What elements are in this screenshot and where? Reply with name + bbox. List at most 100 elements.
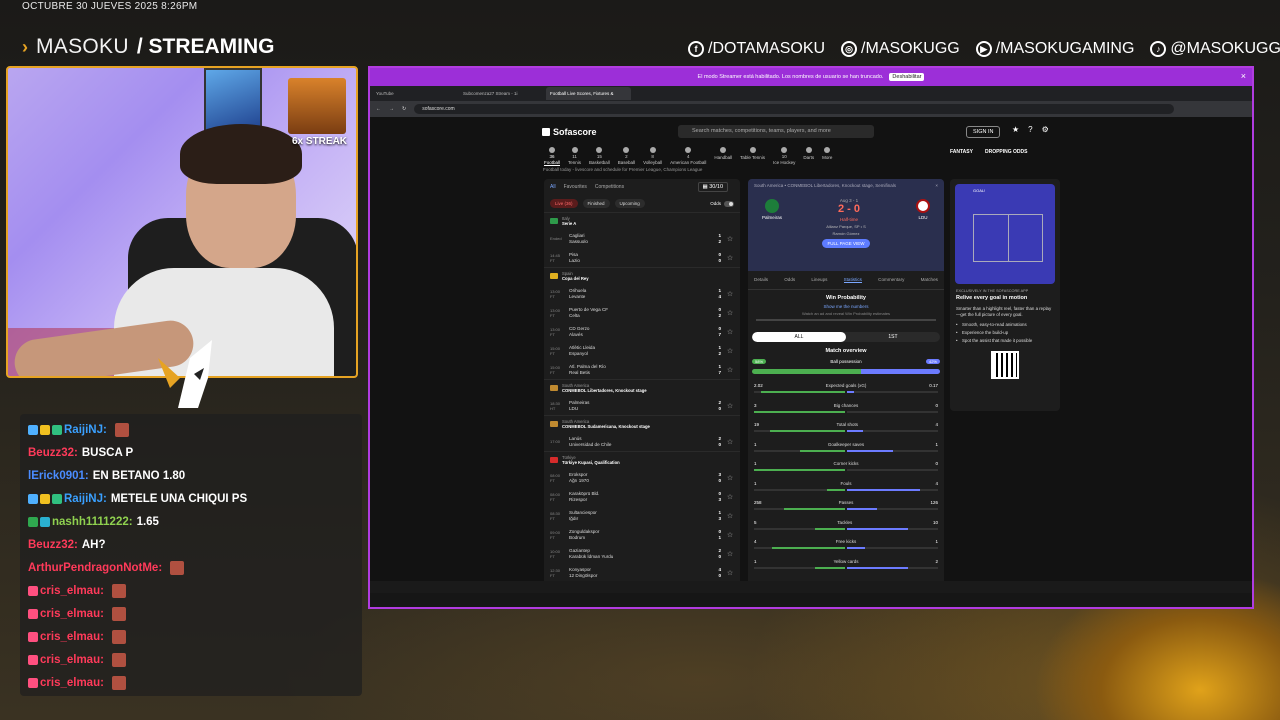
social-link[interactable]: ▶/MASOKUGAMING: [975, 40, 1134, 58]
match-row[interactable]: 08:00 FT Karaköprü Bld. Rizespor 0 3 ☆: [544, 487, 740, 506]
league-header[interactable]: Italy Serie A: [544, 212, 740, 229]
favorite-star-icon[interactable]: ☆: [726, 474, 734, 482]
sport-tab[interactable]: 15 Basketball: [589, 147, 610, 166]
chat-username[interactable]: lErick0901:: [28, 470, 89, 482]
chat-username[interactable]: nashh1111222:: [52, 516, 133, 528]
favorite-star-icon[interactable]: ☆: [726, 309, 734, 317]
favorite-star-icon[interactable]: ☆: [726, 328, 734, 336]
favorite-star-icon[interactable]: ☆: [726, 254, 734, 262]
sport-tab[interactable]: Darts: [803, 147, 814, 166]
chat-username[interactable]: cris_elmau:: [40, 631, 104, 643]
settings-gear-icon[interactable]: ⚙: [1042, 125, 1049, 134]
filter-live[interactable]: Live (36): [550, 199, 578, 208]
sport-tab[interactable]: 4 American Football: [670, 147, 706, 166]
help-icon[interactable]: ?: [1028, 125, 1032, 134]
favorite-star-icon[interactable]: ☆: [726, 235, 734, 243]
chat-username[interactable]: cris_elmau:: [40, 654, 104, 666]
match-row[interactable]: Ended Cagliari Sassuolo 1 2 ☆: [544, 229, 740, 248]
favorite-star-icon[interactable]: ☆: [726, 531, 734, 539]
fantasy-link[interactable]: FANTASY: [950, 149, 973, 155]
date-picker[interactable]: ▦ 30/10: [697, 182, 728, 192]
chat-username[interactable]: Beuzz32:: [28, 539, 78, 551]
match-row[interactable]: 15:00 FT Atlètic Lleida Espanyol 1 2 ☆: [544, 341, 740, 360]
odds-toggle[interactable]: Odds: [710, 200, 734, 207]
home-team[interactable]: Palmeiras: [762, 198, 782, 220]
chat-username[interactable]: ArthurPendragonNotMe:: [28, 562, 162, 574]
detail-tab[interactable]: Lineups: [811, 277, 827, 283]
back-icon[interactable]: ←: [376, 106, 381, 112]
search-input[interactable]: Search matches, competitions, teams, pla…: [678, 125, 874, 138]
social-link[interactable]: f/DOTAMASOKU: [688, 40, 825, 58]
chat-username[interactable]: RaijiNJ:: [64, 493, 107, 505]
goal-animation[interactable]: GOAL!: [955, 184, 1055, 284]
sport-tab[interactable]: 8 Volleyball: [643, 147, 662, 166]
favorite-star-icon[interactable]: ☆: [726, 493, 734, 501]
full-page-view-button[interactable]: FULL PAGE VIEW: [822, 239, 870, 248]
match-row[interactable]: 12:30 FT Konyaspor 12 Dingölspor 4 0 ☆: [544, 563, 740, 582]
close-icon[interactable]: ×: [935, 183, 938, 188]
league-header[interactable]: South America CONMEBOL Sudamericana, Knoc…: [544, 415, 740, 432]
favorite-star-icon[interactable]: ☆: [726, 512, 734, 520]
sport-tab[interactable]: More: [822, 147, 832, 166]
match-row[interactable]: 13:00 FT Orihuela Levante 1 4 ☆: [544, 284, 740, 303]
match-row[interactable]: 13:00 FT CD Gerzo Alavés 0 7 ☆: [544, 322, 740, 341]
match-row[interactable]: 08:30 FT Sultanciespor Iğdır 1 3 ☆: [544, 506, 740, 525]
filter-upcoming[interactable]: Upcoming: [614, 199, 645, 208]
chat-username[interactable]: cris_elmau:: [40, 677, 104, 689]
detail-tab[interactable]: Details: [754, 277, 768, 283]
chat-username[interactable]: cris_elmau:: [40, 585, 104, 597]
league-header[interactable]: Spain Copa del Rey: [544, 267, 740, 284]
disable-button[interactable]: Deshabilitar: [889, 73, 925, 81]
close-icon[interactable]: ×: [1241, 71, 1246, 81]
sport-tab[interactable]: 36 Football: [544, 147, 561, 166]
match-row[interactable]: 14:45 FT Pisa Lazio 0 0 ☆: [544, 248, 740, 267]
browser-tab[interactable]: Football Live Scores, Fixtures &: [546, 87, 631, 100]
toggle-switch[interactable]: [724, 200, 734, 207]
favorite-star-icon[interactable]: ☆: [726, 402, 734, 410]
detail-tab[interactable]: Statistics: [843, 277, 862, 283]
filter-finished[interactable]: Finished: [582, 199, 610, 208]
chat-username[interactable]: Beuzz32:: [28, 447, 78, 459]
forward-icon[interactable]: →: [389, 106, 394, 112]
tab-competitions[interactable]: Competitions: [595, 184, 624, 190]
detail-tab[interactable]: Matches: [921, 277, 938, 283]
url-field[interactable]: sofascore.com: [414, 104, 1175, 114]
sport-tab[interactable]: 10 Ice Hockey: [773, 147, 795, 166]
social-link[interactable]: ◎/MASOKUGG: [841, 40, 960, 58]
tab-favourites[interactable]: Favourites: [564, 184, 587, 190]
match-row[interactable]: 10:00 FT Gaziantep Karabük İdman Yurdu 2 0 ☆: [544, 544, 740, 563]
detail-tab[interactable]: Odds: [784, 277, 795, 283]
qr-code[interactable]: [991, 351, 1019, 379]
away-team[interactable]: LDU: [916, 198, 930, 220]
match-row[interactable]: 17:00 Lanús Universidad de Chile 2 0 ☆: [544, 432, 740, 451]
period-all[interactable]: ALL: [752, 332, 846, 342]
sofascore-logo[interactable]: Sofascore: [542, 127, 597, 137]
browser-tab[interactable]: Subcomenza27 Stream - 1i: [459, 87, 544, 100]
match-row[interactable]: 18:30 HT Palmeiras LDU 2 0 ☆: [544, 396, 740, 415]
show-numbers-link[interactable]: Show me the numbers: [756, 304, 936, 309]
sport-tab[interactable]: Handball: [714, 147, 732, 166]
tab-all[interactable]: All: [550, 184, 556, 190]
match-row[interactable]: 09:00 FT Zonguldakspor Bodrum 0 1 ☆: [544, 525, 740, 544]
reload-icon[interactable]: ↻: [402, 106, 406, 112]
favorite-star-icon[interactable]: ☆: [726, 366, 734, 374]
league-header[interactable]: Türkiye Türkiye Kupasi, Qualification: [544, 451, 740, 468]
favorite-star-icon[interactable]: ☆: [726, 550, 734, 558]
detail-tab[interactable]: Commentary: [878, 277, 904, 283]
dropping-odds-link[interactable]: DROPPING ODDS: [985, 149, 1028, 155]
match-row[interactable]: 08:00 FT Erokspor Ağrı 1970 3 0 ☆: [544, 468, 740, 487]
favorite-star-icon[interactable]: ☆: [726, 569, 734, 577]
match-row[interactable]: 13:00 FT Puerto de Vega CF Celta 0 2 ☆: [544, 303, 740, 322]
sport-tab[interactable]: 11 Tennis: [568, 147, 581, 166]
league-header[interactable]: South America CONMEBOL Libertadores, Knoc…: [544, 379, 740, 396]
favorites-star-icon[interactable]: ★: [1012, 125, 1019, 134]
browser-tab[interactable]: YouTube: [372, 87, 457, 100]
sport-tab[interactable]: Table Tennis: [740, 147, 765, 166]
chat-username[interactable]: cris_elmau:: [40, 608, 104, 620]
favorite-star-icon[interactable]: ☆: [726, 347, 734, 355]
period-1st[interactable]: 1ST: [846, 332, 940, 342]
sport-tab[interactable]: 2 Baseball: [618, 147, 635, 166]
favorite-star-icon[interactable]: ☆: [726, 438, 734, 446]
match-row[interactable]: 15:00 FT Atl. Palma del Río Real Betis 1 7 ☆: [544, 360, 740, 379]
chat-username[interactable]: RaijiNJ:: [64, 424, 107, 436]
